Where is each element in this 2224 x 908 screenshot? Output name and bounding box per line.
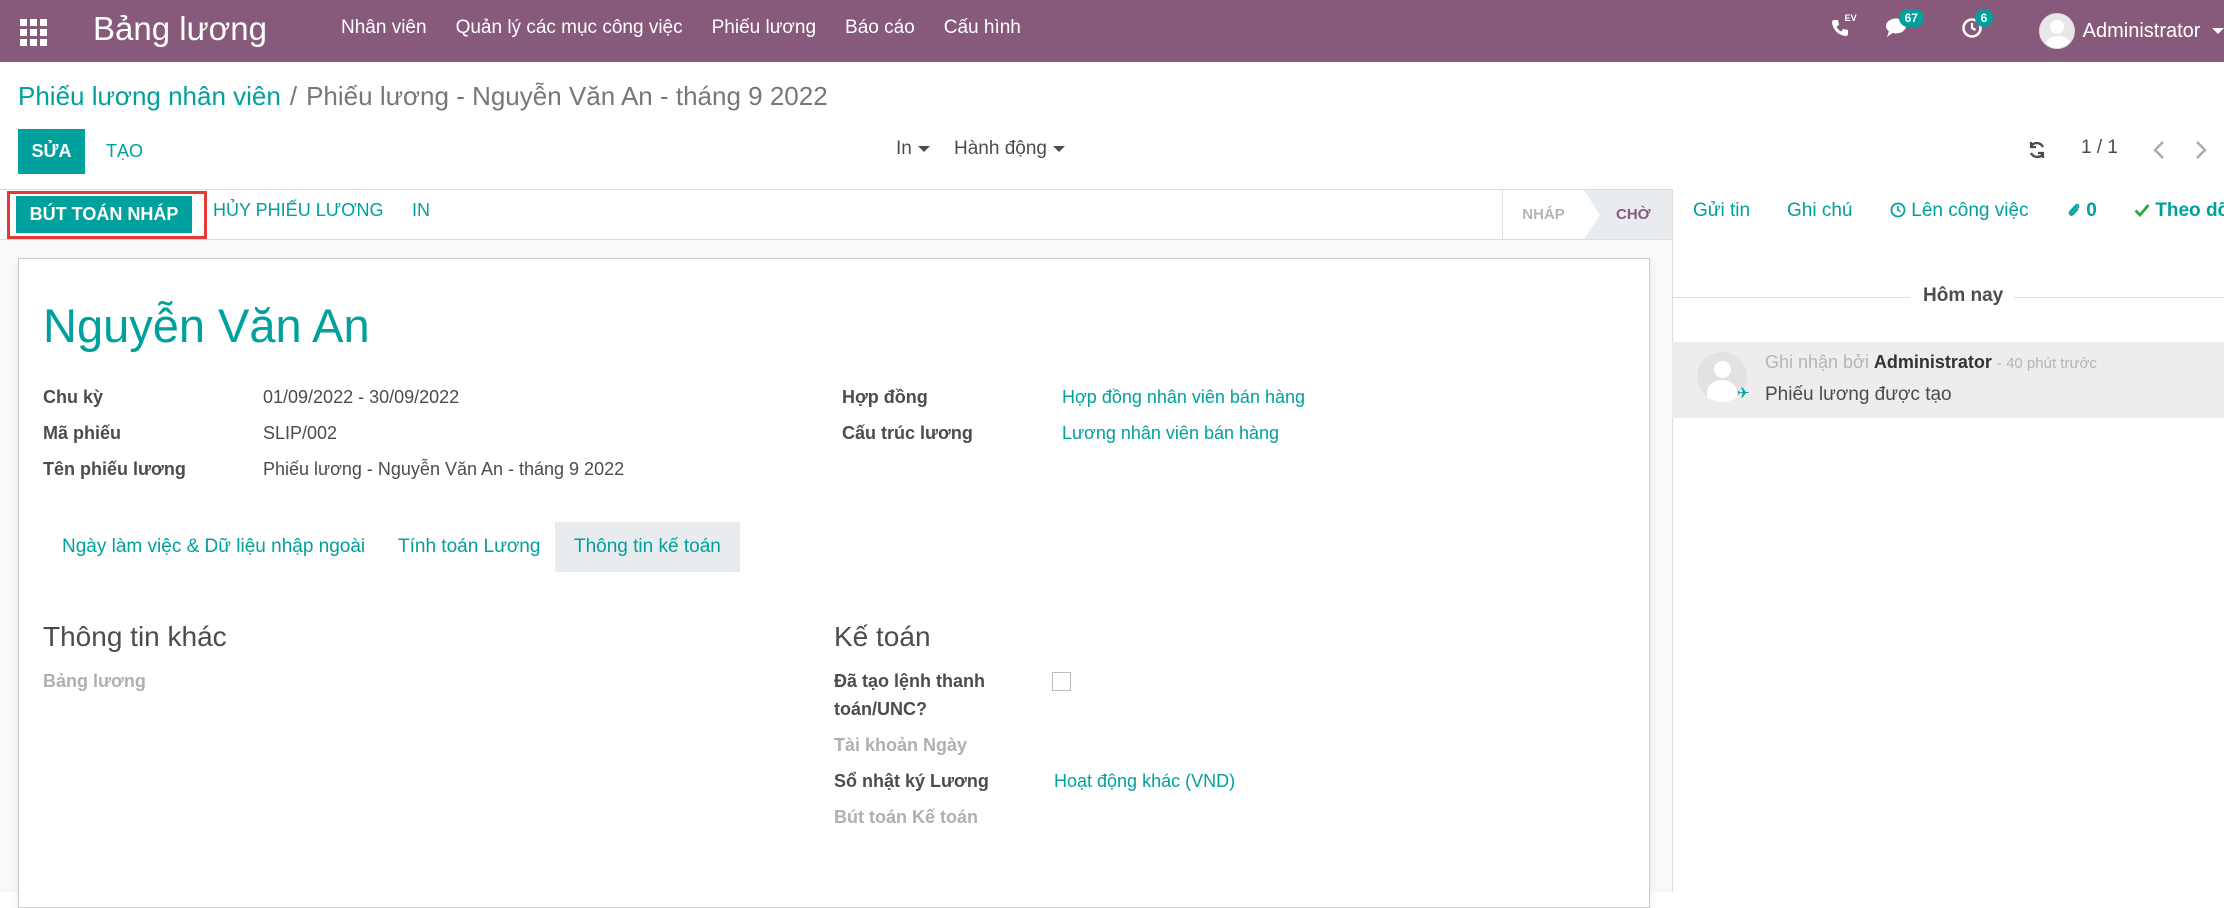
payslip-name-value: Phiếu lương - Nguyễn Văn An - tháng 9 20… xyxy=(263,459,625,479)
menu-item-configuration[interactable]: Cấu hình xyxy=(944,17,1021,39)
cancel-payslip-button[interactable]: HỦY PHIẾU LƯƠNG xyxy=(213,200,384,221)
today-separator: Hôm nay xyxy=(1923,285,2004,306)
reference-label: Mã phiếu xyxy=(43,423,122,443)
structure-label: Cấu trúc lương xyxy=(842,423,973,443)
menu-item-reports[interactable]: Báo cáo xyxy=(845,17,915,39)
menu-item-work-entries[interactable]: Quản lý các mục công việc xyxy=(456,17,683,39)
message-prefix: Ghi nhận bởi xyxy=(1765,352,1869,372)
main-menu: Nhân viên Quản lý các mục công việc Phiế… xyxy=(341,17,1050,39)
attachments-button[interactable]: 0 xyxy=(2067,200,2097,222)
contract-label: Hợp đồng xyxy=(842,387,928,407)
apps-menu-icon[interactable] xyxy=(16,15,47,46)
user-caret-icon xyxy=(2212,28,2224,35)
user-name: Administrator xyxy=(2082,19,2201,42)
create-button[interactable]: TẠO xyxy=(96,129,154,174)
contract-link[interactable]: Hợp đồng nhân viên bán hàng xyxy=(1062,387,1305,408)
schedule-activity-button[interactable]: Lên công việc xyxy=(1890,200,2029,222)
paperclip-icon xyxy=(2067,200,2081,221)
today-divider-right xyxy=(2014,297,2224,298)
payment-created-checkbox[interactable] xyxy=(1052,672,1071,691)
action-caret-icon xyxy=(1052,145,1065,152)
tab-salary-computation[interactable]: Tính toán Lương xyxy=(379,522,559,572)
activities-badge: 6 xyxy=(1974,9,1994,27)
print-dropdown[interactable]: In xyxy=(896,138,930,160)
activity-clock-icon[interactable]: 6 xyxy=(1961,9,1994,45)
schedule-activity-label: Lên công việc xyxy=(1911,200,2029,221)
messages-icon[interactable]: 67 xyxy=(1885,9,1924,45)
action-dropdown[interactable]: Hành động xyxy=(954,138,1065,160)
clock-icon xyxy=(1890,200,1906,221)
period-label: Chu kỳ xyxy=(43,387,104,407)
follow-label: Theo dõ xyxy=(2155,200,2224,221)
pager-value[interactable]: 1 / 1 xyxy=(2081,137,2118,159)
print-dropdown-label: In xyxy=(896,138,912,159)
payslip-name-label: Tên phiếu lương xyxy=(43,459,186,479)
systray: EV 67 6 Administrator xyxy=(1829,0,2224,62)
breadcrumb: Phiếu lương nhân viên / Phiếu lương - Nguy… xyxy=(18,81,828,112)
structure-link[interactable]: Lương nhân viên bán hàng xyxy=(1062,423,1279,444)
top-navbar: Bảng lương Nhân viên Quản lý các mục côn… xyxy=(0,0,2224,62)
refresh-icon[interactable] xyxy=(2027,140,2047,165)
print-button[interactable]: IN xyxy=(412,200,430,221)
paper-plane-icon: ✈ xyxy=(1737,385,1750,402)
salary-journal-link[interactable]: Hoạt động khác (VND) xyxy=(1054,771,1235,792)
date-account-label: Tài khoản Ngày xyxy=(834,735,968,755)
payment-created-label-2: toán/UNC? xyxy=(834,699,927,719)
messages-badge: 67 xyxy=(1898,9,1924,27)
message-header: Ghi nhận bởi Administrator - 40 phút trư… xyxy=(1765,352,2097,373)
stage-arrow xyxy=(1584,190,1600,239)
pager-next-icon[interactable] xyxy=(2194,139,2208,166)
breadcrumb-current: Phiếu lương - Nguyễn Văn An - tháng 9 20… xyxy=(306,81,828,111)
salary-journal-label: Sổ nhật ký Lương xyxy=(834,771,989,791)
menu-item-employees[interactable]: Nhân viên xyxy=(341,17,427,39)
other-info-title: Thông tin khác xyxy=(43,621,227,652)
print-caret-icon xyxy=(917,145,930,152)
employee-name[interactable]: Nguyễn Văn An xyxy=(43,298,370,353)
period-value: 01/09/2022 - 30/09/2022 xyxy=(263,387,460,407)
edit-button[interactable]: SỬA xyxy=(18,129,85,174)
accounting-entry-label: Bút toán Kế toán xyxy=(834,807,978,827)
message-body: Phiếu lương được tạo xyxy=(1765,384,1952,405)
breadcrumb-parent[interactable]: Phiếu lương nhân viên xyxy=(18,81,281,111)
breadcrumb-separator: / xyxy=(289,81,298,111)
accounting-title: Kế toán xyxy=(834,621,931,652)
action-dropdown-label: Hành động xyxy=(954,138,1047,159)
message-author[interactable]: Administrator xyxy=(1874,352,1992,372)
message-time: - 40 phút trước xyxy=(1996,355,2097,372)
attachments-count: 0 xyxy=(2086,200,2097,221)
check-icon xyxy=(2134,200,2150,221)
send-message-button[interactable]: Gửi tin xyxy=(1693,200,1750,222)
highlight-box xyxy=(7,191,207,239)
phone-label: EV xyxy=(1844,13,1857,23)
payment-created-label-1: Đã tạo lệnh thanh xyxy=(834,671,986,691)
user-menu[interactable]: Administrator xyxy=(2083,20,2224,43)
phone-icon[interactable]: EV xyxy=(1829,13,1857,45)
pager-previous-icon[interactable] xyxy=(2152,139,2166,166)
app-title: Bảng lương xyxy=(93,10,268,47)
log-note-button[interactable]: Ghi chú xyxy=(1787,200,1852,222)
tab-worked-days[interactable]: Ngày làm việc & Dữ liệu nhập ngoài xyxy=(43,522,384,572)
reference-value: SLIP/002 xyxy=(263,423,338,443)
menu-item-payslips[interactable]: Phiếu lương xyxy=(712,17,816,39)
tab-accounting-info[interactable]: Thông tin kế toán xyxy=(555,522,740,572)
stage-draft[interactable]: NHÁP xyxy=(1502,190,1584,239)
follow-button[interactable]: Theo dõ xyxy=(2134,200,2224,222)
user-avatar[interactable] xyxy=(2038,13,2075,49)
payslip-batch-label: Bảng lương xyxy=(43,671,146,691)
today-divider-left xyxy=(1672,297,1910,298)
